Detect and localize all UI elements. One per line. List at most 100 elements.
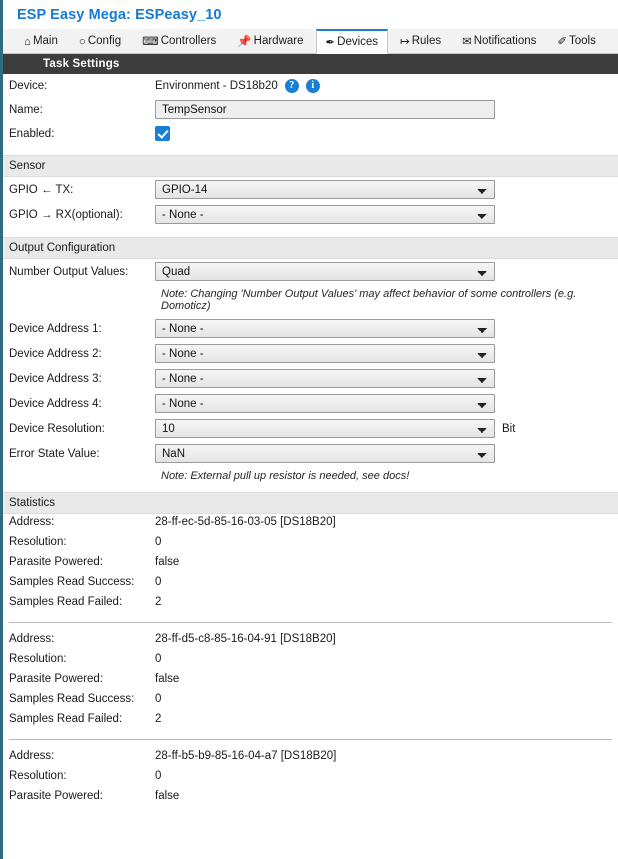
tab-controllers[interactable]: ⌨ Controllers [133,29,225,54]
stat-row-resolution: Resolution: 0 [3,534,618,554]
statistics-divider [9,739,612,740]
tab-notifications[interactable]: ✉ Notifications [453,29,545,54]
stat-row-address: Address: 28-ff-b5-b9-85-16-04-a7 [DS18B2… [3,748,618,768]
error-state-value-label: Error State Value: [9,447,100,460]
device-address-3-select[interactable]: - None - [155,369,495,388]
stat-parasite-label: Parasite Powered: [9,790,103,802]
pencil-icon: ✐ [557,36,568,48]
gpio-tx-select[interactable]: GPIO-14 [155,180,495,199]
tab-main-label: Main [32,35,58,47]
stat-row-address: Address: 28-ff-ec-5d-85-16-03-05 [DS18B2… [3,514,618,534]
tab-rules-label: Rules [411,35,442,47]
main-tab-bar: ⌂ Main ○ Config ⌨ Controllers 📌 Hardware ✒ De… [3,29,618,54]
stat-success-label: Samples Read Success: [9,693,135,705]
tab-rules[interactable]: ↦ Rules [391,29,450,54]
stat-row-resolution: Resolution: 0 [3,768,618,788]
device-address-2-select[interactable]: - None - [155,344,495,363]
statistics-block: Address: 28-ff-d5-c8-85-16-04-91 [DS18B2… [3,631,618,731]
page-title: ESP Easy Mega: ESPeasy_10 [17,7,222,23]
device-resolution-unit: Bit [502,422,516,435]
device-value: Environment - DS18b20 [155,79,278,92]
row-name: Name: [3,97,618,122]
tab-main[interactable]: ⌂ Main [15,29,67,54]
stat-address-value: 28-ff-d5-c8-85-16-04-91 [DS18B20] [155,633,336,645]
pushpin-icon: 📌 [237,36,252,48]
enabled-checkbox[interactable] [155,126,170,141]
stat-resolution-value: 0 [155,653,162,665]
row-gpio-tx: GPIO ← TX: GPIO-14 [3,177,618,202]
stat-resolution-label: Resolution: [9,770,67,782]
row-error-state-value: Error State Value: NaN [3,441,618,466]
number-output-values-note: Note: Changing 'Number Output Values' ma… [161,288,577,312]
stat-resolution-value: 0 [155,770,162,782]
row-device-resolution: Device Resolution: 10 Bit [3,416,618,441]
stat-failed-label: Samples Read Failed: [9,596,123,608]
stat-address-label: Address: [9,750,55,762]
plug-icon: ✒ [325,37,336,49]
device-address-2-label: Device Address 2: [9,347,102,360]
row-gpio-rx: GPIO → RX(optional): - None - [3,202,618,227]
device-address-3-label: Device Address 3: [9,372,102,385]
device-resolution-select[interactable]: 10 [155,419,495,438]
row-number-output-values: Number Output Values: Quad [3,259,618,284]
title-bar: ESP Easy Mega: ESPeasy_10 [3,0,618,29]
stat-parasite-label: Parasite Powered: [9,556,103,568]
stat-row-resolution: Resolution: 0 [3,651,618,671]
tab-tools-label: Tools [569,35,596,47]
page-left-edge-stripe [0,0,3,859]
info-icon[interactable]: i [305,78,320,93]
number-output-values-label: Number Output Values: [9,265,129,278]
device-address-4-select[interactable]: - None - [155,394,495,413]
stat-resolution-label: Resolution: [9,653,67,665]
stat-parasite-value: false [155,556,180,568]
stat-address-label: Address: [9,516,55,528]
row-device-address-3: Device Address 3: - None - [3,366,618,391]
tab-hardware[interactable]: 📌 Hardware [228,29,312,54]
envelope-icon: ✉ [462,36,472,48]
row-device: Device: Environment - DS18b20 ? i [3,74,618,97]
stat-row-failed: Samples Read Failed: 2 [3,594,618,614]
tab-config[interactable]: ○ Config [70,29,130,54]
stat-parasite-label: Parasite Powered: [9,673,103,685]
device-label: Device: [9,79,48,92]
gpio-tx-label: GPIO ← TX: [9,183,74,196]
error-state-value-select[interactable]: NaN [155,444,495,463]
tab-tools[interactable]: ✐ Tools [548,29,605,54]
stat-resolution-label: Resolution: [9,536,67,548]
tab-hardware-label: Hardware [253,35,304,47]
number-output-values-select[interactable]: Quad [155,262,495,281]
stat-row-parasite: Parasite Powered: false [3,788,618,808]
stat-success-label: Samples Read Success: [9,576,135,588]
section-header-task-settings: Task Settings [3,54,618,74]
help-icon[interactable]: ? [284,78,299,93]
stat-failed-label: Samples Read Failed: [9,713,123,725]
name-label: Name: [9,103,43,116]
stat-address-value: 28-ff-ec-5d-85-16-03-05 [DS18B20] [155,516,336,528]
name-input[interactable] [155,100,495,119]
stat-success-value: 0 [155,693,162,705]
device-address-1-label: Device Address 1: [9,322,102,335]
stat-address-value: 28-ff-b5-b9-85-16-04-a7 [DS18B20] [155,750,337,762]
section-header-statistics: Statistics [3,492,618,514]
arrow-branch-icon: ↦ [400,36,410,48]
tab-devices-label: Devices [337,36,379,48]
tab-config-label: Config [87,35,122,47]
stat-row-success: Samples Read Success: 0 [3,691,618,711]
row-device-address-2: Device Address 2: - None - [3,341,618,366]
stat-address-label: Address: [9,633,55,645]
home-icon: ⌂ [24,36,31,48]
row-enabled: Enabled: [3,122,618,145]
stat-failed-value: 2 [155,713,162,725]
tab-controllers-label: Controllers [160,35,217,47]
stat-row-failed: Samples Read Failed: 2 [3,711,618,731]
device-address-1-select[interactable]: - None - [155,319,495,338]
stat-row-parasite: Parasite Powered: false [3,671,618,691]
statistics-block: Address: 28-ff-b5-b9-85-16-04-a7 [DS18B2… [3,748,618,808]
tab-devices[interactable]: ✒ Devices [315,29,389,54]
stat-failed-value: 2 [155,596,162,608]
stat-parasite-value: false [155,673,180,685]
page-root: ESP Easy Mega: ESPeasy_10 ⌂ Main ○ Config … [0,0,618,808]
gear-icon: ○ [78,36,86,48]
gpio-rx-select[interactable]: - None - [155,205,495,224]
stat-row-success: Samples Read Success: 0 [3,574,618,594]
